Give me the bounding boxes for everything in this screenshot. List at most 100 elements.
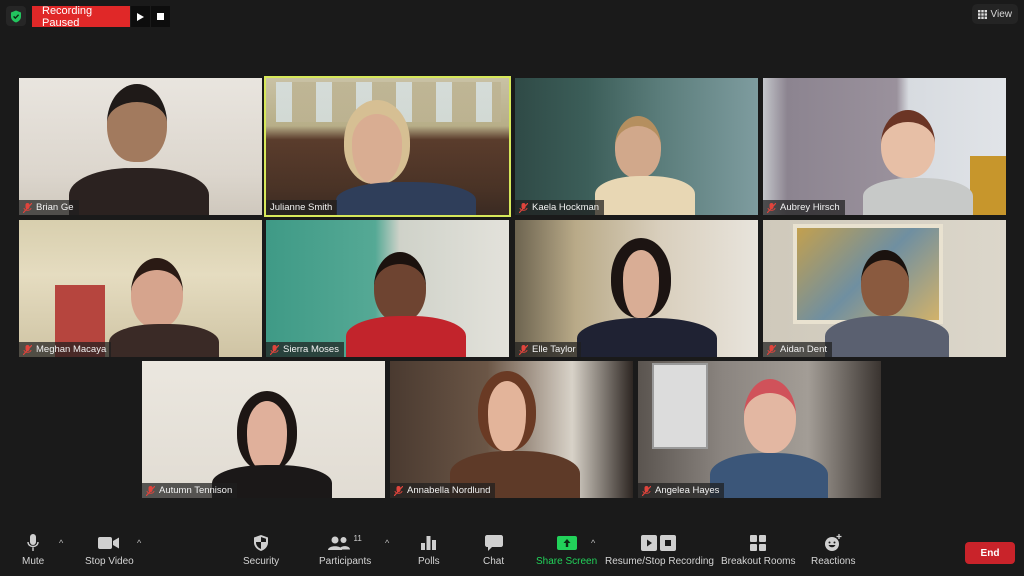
- mute-label: Mute: [22, 556, 45, 567]
- video-options-caret[interactable]: ^: [137, 538, 141, 548]
- reactions-label: Reactions: [811, 556, 856, 567]
- video-tile[interactable]: Angelea Hayes: [638, 361, 881, 498]
- participant-silhouette: [107, 84, 167, 162]
- participant-silhouette: [131, 258, 183, 328]
- participant-name: Sierra Moses: [283, 344, 339, 355]
- stop-icon: [157, 13, 164, 20]
- video-camera-icon: [98, 537, 120, 549]
- play-icon: [137, 12, 144, 21]
- video-tile[interactable]: Elle Taylor: [515, 220, 758, 357]
- whiteboard-decor: [652, 363, 708, 449]
- video-tile[interactable]: Sierra Moses: [266, 220, 509, 357]
- recording-label: Resume/Stop Recording: [605, 556, 714, 567]
- video-tile[interactable]: Annabella Nordlund: [390, 361, 633, 498]
- participant-name: Elle Taylor: [532, 344, 576, 355]
- security-button[interactable]: Security: [243, 532, 279, 567]
- microphone-icon: [27, 534, 39, 551]
- video-tile[interactable]: Kaela Hockman: [515, 78, 758, 215]
- participants-icon: [328, 536, 351, 550]
- top-bar: Recording Paused View: [0, 0, 1024, 32]
- participant-silhouette: [344, 100, 410, 184]
- video-tile[interactable]: Autumn Tennison: [142, 361, 385, 498]
- grid-icon: [977, 9, 987, 19]
- participant-silhouette: [611, 238, 671, 318]
- participant-name-tag: Aubrey Hirsch: [763, 200, 845, 215]
- participant-silhouette: [109, 324, 219, 357]
- polls-label: Polls: [418, 556, 440, 567]
- chat-label: Chat: [483, 556, 505, 567]
- security-label: Security: [243, 556, 280, 567]
- share-screen-button[interactable]: Share Screen: [536, 532, 597, 567]
- muted-mic-icon: [519, 344, 528, 355]
- stop-recording-button[interactable]: [151, 6, 170, 27]
- polls-button[interactable]: Polls: [418, 532, 440, 567]
- polls-bar-chart-icon: [421, 536, 437, 550]
- participant-name-tag: Elle Taylor: [515, 342, 581, 357]
- participant-name-tag: Meghan Macaya: [19, 342, 112, 357]
- participant-silhouette: [861, 250, 909, 316]
- share-screen-arrow-icon: [556, 536, 577, 550]
- share-screen-label: Share Screen: [536, 556, 598, 567]
- video-tile[interactable]: Aidan Dent: [763, 220, 1006, 357]
- participant-name-tag: Autumn Tennison: [142, 483, 238, 498]
- video-tile[interactable]: Brian Ge: [19, 78, 262, 215]
- chat-bubble-icon: [484, 535, 503, 551]
- recording-status-bar: Recording Paused: [32, 5, 170, 29]
- participants-button[interactable]: 11 Participants: [319, 532, 371, 567]
- participant-silhouette: [825, 316, 949, 357]
- view-button[interactable]: View: [971, 4, 1018, 24]
- recording-status-label: Recording Paused: [32, 5, 130, 29]
- participant-name-tag: Sierra Moses: [266, 342, 344, 357]
- breakout-rooms-button[interactable]: Breakout Rooms: [721, 532, 795, 567]
- muted-mic-icon: [767, 344, 776, 355]
- participant-name: Kaela Hockman: [532, 202, 600, 213]
- video-tile[interactable]: Meghan Macaya: [19, 220, 262, 357]
- meeting-toolbar: Mute ^ Stop Video ^ Security 11 Particip…: [0, 528, 1024, 576]
- video-tile-active-speaker[interactable]: Julianne Smith: [264, 76, 511, 217]
- share-options-caret[interactable]: ^: [591, 538, 595, 548]
- mute-button[interactable]: Mute: [22, 532, 44, 567]
- stop-video-label: Stop Video: [85, 556, 134, 567]
- participant-name: Aubrey Hirsch: [780, 202, 840, 213]
- participant-silhouette: [478, 371, 536, 451]
- participant-silhouette: [863, 178, 973, 215]
- video-tile[interactable]: Aubrey Hirsch: [763, 78, 1006, 215]
- participant-name: Aidan Dent: [780, 344, 828, 355]
- muted-mic-icon: [519, 202, 528, 213]
- muted-mic-icon: [146, 485, 155, 496]
- shield-check-icon: [11, 10, 21, 22]
- dresser-decor: [970, 156, 1006, 215]
- muted-mic-icon: [23, 202, 32, 213]
- security-shield-icon: [254, 535, 269, 551]
- audio-options-caret[interactable]: ^: [59, 538, 63, 548]
- view-label: View: [990, 8, 1013, 20]
- participant-name: Angelea Hayes: [655, 485, 720, 496]
- participants-label: Participants: [319, 556, 372, 567]
- muted-mic-icon: [767, 202, 776, 213]
- resume-recording-button[interactable]: [131, 6, 150, 27]
- participant-silhouette: [710, 453, 828, 498]
- end-meeting-button[interactable]: End: [965, 542, 1015, 564]
- chat-button[interactable]: Chat: [483, 532, 504, 567]
- participant-silhouette: [237, 391, 297, 471]
- participant-name-tag: Annabella Nordlund: [390, 483, 496, 498]
- security-status-button[interactable]: [6, 6, 26, 26]
- participant-silhouette: [336, 182, 476, 215]
- participant-silhouette: [69, 168, 209, 215]
- participant-name: Autumn Tennison: [159, 485, 233, 496]
- muted-mic-icon: [394, 485, 403, 496]
- participants-options-caret[interactable]: ^: [385, 538, 389, 548]
- participant-name: Meghan Macaya: [36, 344, 107, 355]
- participant-silhouette: [595, 176, 695, 215]
- muted-mic-icon: [270, 344, 279, 355]
- stop-video-button[interactable]: Stop Video: [85, 532, 134, 567]
- participant-silhouette: [881, 110, 935, 178]
- participant-silhouette: [615, 116, 661, 178]
- reactions-button[interactable]: Reactions: [811, 532, 855, 567]
- participant-name-tag: Brian Ge: [19, 200, 79, 215]
- participant-silhouette: [577, 318, 717, 357]
- participant-name-tag: Aidan Dent: [763, 342, 833, 357]
- participants-count: 11: [353, 534, 362, 543]
- resume-stop-recording-button[interactable]: Resume/Stop Recording: [605, 532, 714, 567]
- muted-mic-icon: [642, 485, 651, 496]
